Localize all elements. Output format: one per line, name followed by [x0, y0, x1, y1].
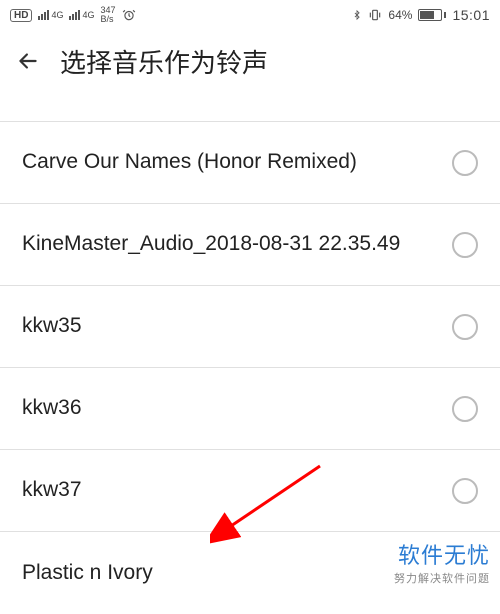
list-item-partial-top: [0, 100, 500, 122]
signal-1-label: 4G: [51, 10, 63, 20]
list-item-label: Plastic n Ivory: [22, 559, 153, 587]
radio-unchecked-icon[interactable]: [452, 396, 478, 422]
speed-unit: B/s: [100, 15, 115, 24]
list-item-label: KineMaster_Audio_2018-08-31 22.35.49: [22, 230, 400, 258]
status-bar: HD 4G 4G 347 B/s: [0, 0, 500, 30]
radio-unchecked-icon[interactable]: [452, 150, 478, 176]
ringtone-list: Carve Our Names (Honor Remixed) KineMast…: [0, 100, 500, 614]
signal-2: 4G: [69, 10, 94, 20]
bluetooth-icon: [352, 8, 362, 22]
list-item[interactable]: Carve Our Names (Honor Remixed): [0, 122, 500, 204]
list-item[interactable]: Plastic n Ivory: [0, 532, 500, 614]
radio-unchecked-icon[interactable]: [452, 314, 478, 340]
status-right: 64% 15:01: [352, 7, 490, 23]
list-item-label: Carve Our Names (Honor Remixed): [22, 148, 357, 176]
battery-percent: 64%: [388, 8, 412, 22]
arrow-left-icon: [15, 48, 41, 74]
header: 选择音乐作为铃声: [0, 30, 500, 92]
list-item[interactable]: kkw35: [0, 286, 500, 368]
signal-2-label: 4G: [82, 10, 94, 20]
page-title: 选择音乐作为铃声: [60, 43, 268, 80]
radio-unchecked-icon[interactable]: [452, 232, 478, 258]
status-left: HD 4G 4G 347 B/s: [10, 6, 136, 24]
list-item-label: kkw36: [22, 394, 82, 422]
back-button[interactable]: [14, 47, 42, 75]
list-item[interactable]: KineMaster_Audio_2018-08-31 22.35.49: [0, 204, 500, 286]
alarm-icon: [122, 8, 136, 22]
vibrate-icon: [368, 8, 382, 22]
battery-icon: [418, 9, 446, 21]
list-item-label: kkw35: [22, 312, 82, 340]
hd-badge: HD: [10, 9, 32, 22]
signal-1: 4G: [38, 10, 63, 20]
list-item[interactable]: kkw37: [0, 450, 500, 532]
list-item[interactable]: kkw36: [0, 368, 500, 450]
clock-time: 15:01: [452, 7, 490, 23]
list-item-label: kkw37: [22, 476, 82, 504]
radio-unchecked-icon[interactable]: [452, 478, 478, 504]
network-speed: 347 B/s: [100, 6, 115, 24]
